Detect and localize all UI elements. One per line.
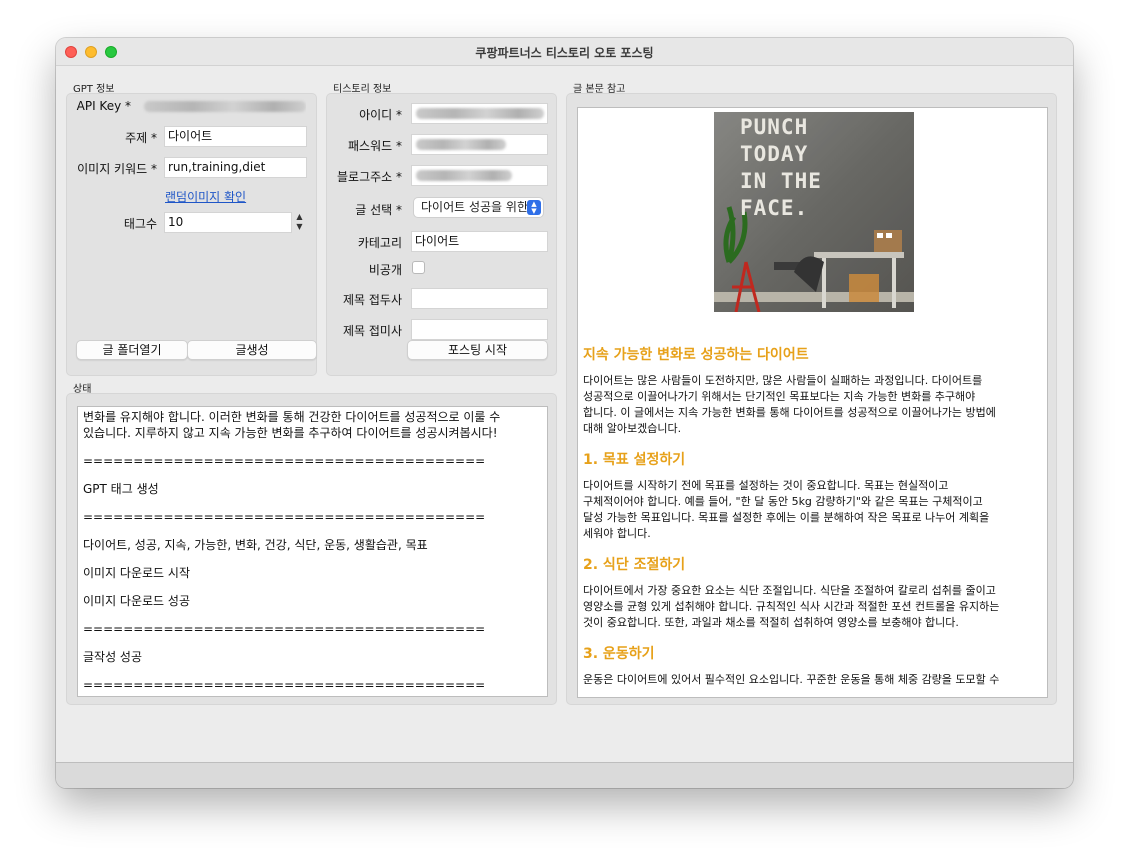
title-bar: 쿠팡파트너스 티스토리 오토 포스팅 [56, 38, 1073, 66]
blog-address-label: 블로그주소 * [336, 170, 402, 184]
api-key-field[interactable] [139, 96, 307, 117]
password-field[interactable] [411, 134, 548, 155]
post-select-label: 글 선택 * [355, 203, 402, 217]
log-line: 다이어트, 성공, 지속, 가능한, 변화, 건강, 식단, 운동, 생활습관,… [83, 538, 428, 552]
article-preview[interactable]: PUNCH TODAY IN THE FACE. 지속 가능한 변화로 성공하는… [577, 107, 1048, 698]
tistory-panel: 아이디 * 패스워드 * 블로그주소 * 글 선택 * 다이어트 성공을 위한 … [326, 93, 557, 376]
section-2-body: 다이어트에서 가장 중요한 요소는 식단 조절입니다. 식단을 조절하여 칼로리… [583, 584, 1000, 629]
blog-address-field[interactable] [411, 165, 548, 186]
category-field[interactable]: 다이어트 [411, 231, 548, 252]
id-label: 아이디 * [359, 108, 402, 122]
start-posting-button[interactable]: 포스팅 시작 [407, 340, 548, 360]
password-label: 패스워드 * [348, 139, 402, 153]
log-gap [78, 665, 547, 677]
private-label: 비공개 [368, 263, 402, 277]
log-gap [78, 637, 547, 649]
article-intro: 다이어트는 많은 사람들이 도전하지만, 많은 사람들이 실패하는 과정입니다.… [583, 374, 996, 435]
post-select[interactable]: 다이어트 성공을 위한 ▲ ▼ [413, 197, 544, 218]
log-line: GPT 태그 생성 [83, 482, 159, 496]
log-gap [78, 469, 547, 481]
window-title: 쿠팡파트너스 티스토리 오토 포스팅 [475, 46, 654, 60]
status-log[interactable]: 변화를 유지해야 합니다. 이러한 변화를 통해 건강한 다이어트를 성공적으로… [77, 406, 548, 697]
subject-label: 주제 * [125, 131, 157, 145]
tag-count-stepper[interactable]: ▲ ▼ [294, 212, 305, 233]
log-gap [78, 525, 547, 537]
log-line: 이미지 다운로드 성공 [83, 594, 190, 608]
id-field[interactable] [411, 103, 548, 124]
status-panel: 변화를 유지해야 합니다. 이러한 변화를 통해 건강한 다이어트를 성공적으로… [66, 393, 557, 705]
title-prefix-label: 제목 접두사 [342, 293, 402, 307]
generate-button[interactable]: 글생성 [187, 340, 317, 360]
log-line: 글작성 성공 [83, 650, 143, 664]
chevron-up-down-icon: ▲ ▼ [527, 200, 541, 215]
api-key-label: API Key * [76, 99, 131, 113]
image-text-line-3: IN THE [740, 169, 822, 193]
title-suffix-field[interactable] [411, 319, 548, 340]
app-window: 쿠팡파트너스 티스토리 오토 포스팅 GPT 정보 API Key * 주제 *… [56, 38, 1073, 788]
section-3-body: 운동은 다이어트에 있어서 필수적인 요소입니다. 꾸준한 운동을 통해 체중 … [583, 673, 1000, 686]
subject-field[interactable]: 다이어트 [164, 126, 307, 147]
window-bottom-bar [56, 762, 1073, 788]
log-gap [78, 441, 547, 453]
image-keyword-field[interactable]: run,training,diet [164, 157, 307, 178]
section-3-heading: 3. 운동하기 [583, 646, 655, 662]
log-gap [78, 581, 547, 593]
chevron-down-icon[interactable]: ▼ [294, 222, 305, 232]
log-line: 변화를 유지해야 합니다. 이러한 변화를 통해 건강한 다이어트를 성공적으로… [83, 410, 501, 440]
article-panel: PUNCH TODAY IN THE FACE. 지속 가능한 변화로 성공하는… [566, 93, 1057, 705]
article-image: PUNCH TODAY IN THE FACE. [714, 112, 914, 312]
section-2-heading: 2. 식단 조절하기 [583, 557, 686, 573]
image-text-line-1: PUNCH [740, 115, 809, 139]
log-gap [78, 497, 547, 509]
log-line: ======================================== [83, 454, 486, 468]
log-gap [78, 553, 547, 565]
log-line: 이미지 다운로드 시작 [83, 566, 190, 580]
tag-count-label: 태그수 [123, 217, 157, 231]
open-folder-button[interactable]: 글 폴더열기 [76, 340, 188, 360]
gpt-panel: API Key * 주제 * 다이어트 이미지 키워드 * run,traini… [66, 93, 317, 376]
title-suffix-label: 제목 접미사 [342, 324, 402, 338]
chevron-up-icon[interactable]: ▲ [294, 212, 305, 222]
section-1-body: 다이어트를 시작하기 전에 목표를 설정하는 것이 중요합니다. 목표는 현실적… [583, 479, 990, 540]
log-line: ======================================== [83, 622, 486, 636]
article-title: 지속 가능한 변화로 성공하는 다이어트 [583, 347, 809, 363]
category-label: 카테고리 [357, 236, 402, 250]
post-select-value: 다이어트 성공을 위한 [421, 200, 528, 214]
tag-count-field[interactable]: 10 [164, 212, 292, 233]
article-body: 지속 가능한 변화로 성공하는 다이어트 다이어트는 많은 사람들이 도전하지만… [578, 344, 1047, 688]
random-image-link[interactable]: 랜덤이미지 확인 [165, 188, 246, 205]
log-gap [78, 609, 547, 621]
image-text-line-2: TODAY [740, 142, 809, 166]
log-line: ======================================== [83, 678, 486, 692]
log-line: ======================================== [83, 510, 486, 524]
section-1-heading: 1. 목표 설정하기 [583, 452, 686, 468]
image-text-line-4: FACE. [740, 196, 809, 220]
private-checkbox[interactable] [412, 261, 425, 274]
title-prefix-field[interactable] [411, 288, 548, 309]
image-keyword-label: 이미지 키워드 * [77, 162, 157, 176]
